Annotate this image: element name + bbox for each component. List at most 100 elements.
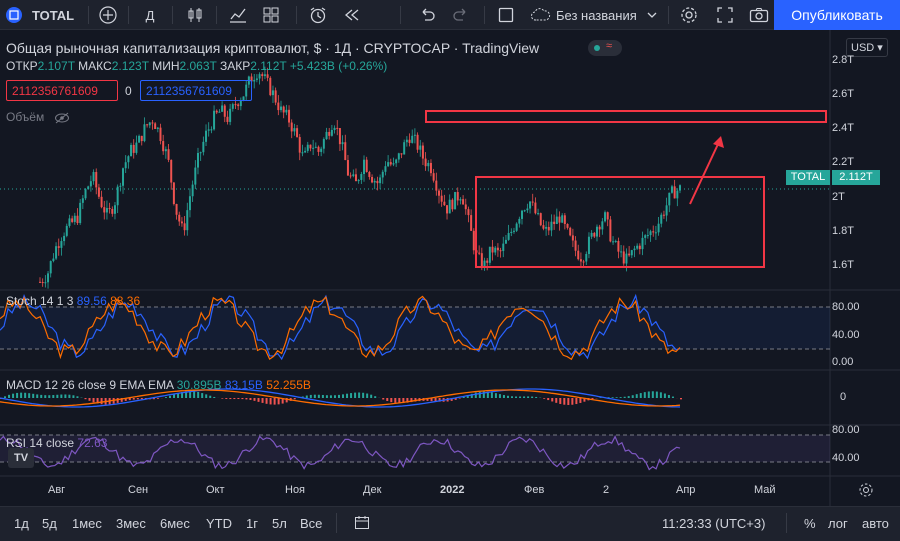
candle-body [448,199,451,214]
chevron-down-icon[interactable] [644,0,660,30]
screenshot-camera-icon[interactable] [746,0,772,30]
candle-body [151,122,154,124]
candle-body [534,202,537,214]
candle-body [569,227,572,236]
candle-body [317,146,320,152]
candle-body [657,223,660,233]
macd-histogram-bar [28,393,31,398]
clock-time[interactable]: 11:23:33 (UTC+3) [662,516,765,531]
interval-button[interactable]: Д [136,0,164,30]
macd-histogram-bar [273,398,276,405]
candles-style-icon[interactable] [182,0,208,30]
time-tick: 2 [603,484,610,496]
redo-icon[interactable] [448,0,474,30]
candle-body [545,226,548,229]
chart-settings-icon[interactable] [858,482,874,503]
candle-body [462,199,465,205]
macd-signal-value: 52.255B [266,378,311,392]
time-tick: Окт [206,484,225,496]
volume-text: Объём [6,110,45,124]
macd-histogram-bar [547,398,550,401]
cloud-icon[interactable] [530,0,552,30]
range-5y-button[interactable]: 5л [272,516,287,531]
chart-canvas[interactable] [0,30,900,506]
macd-histogram-bar [84,398,87,400]
indicators-icon[interactable] [224,0,252,30]
percent-toggle[interactable]: % [804,516,816,531]
macd-histogram-bar [253,398,256,401]
fullscreen-expand-icon[interactable] [712,0,738,30]
candle-body [376,180,379,184]
templates-grid-icon[interactable] [258,0,284,30]
market-status-badge[interactable]: ≈ [588,40,622,56]
range-1d-button[interactable]: 1д [14,516,29,531]
sell-price-button[interactable]: 2112356761609 [6,80,118,101]
macd-histogram-bar [563,398,566,405]
candle-body [397,153,400,160]
macd-histogram-bar [321,394,324,398]
macd-histogram-bar [394,398,397,403]
symbol-logo-icon [4,0,24,30]
fullscreen-icon[interactable] [494,0,518,30]
macd-histogram-bar [555,398,558,403]
candle-body [352,174,355,177]
stoch-k-value: 89.56 [76,294,107,308]
hidden-eye-icon[interactable] [54,110,70,124]
macd-histogram-bar [659,392,662,398]
macd-histogram-bar [635,394,638,398]
volume-label[interactable]: Объём [6,110,70,124]
macd-legend[interactable]: MACD 12 26 close 9 EMA EMA 30.895B 83.15… [6,378,311,392]
date-range-icon[interactable] [354,515,370,534]
candle-body [590,232,593,237]
publish-button[interactable]: Опубликовать [774,0,900,30]
range-1y-button[interactable]: 1г [246,516,258,531]
auto-toggle[interactable]: авто [862,516,889,531]
buy-price-button[interactable]: 2112356761609 [140,80,252,101]
candle-body [263,74,266,77]
candle-body [660,214,663,224]
candle-body [84,189,87,199]
range-all-button[interactable]: Все [300,516,322,531]
compare-add-icon[interactable] [96,0,120,30]
candle-body [601,221,604,230]
high-value: 2.123T [111,59,149,73]
range-ytd-button[interactable]: YTD [206,516,232,531]
range-6m-button[interactable]: 6мес [160,516,190,531]
candle-body [550,221,553,231]
layout-name-button[interactable]: Без названия [556,0,640,30]
range-1m-button[interactable]: 1мес [72,516,102,531]
macd-histogram-bar [60,394,63,398]
settings-gear-icon[interactable] [676,0,702,30]
macd-histogram-bar [515,396,518,398]
candle-body [122,168,125,186]
candle-body [673,186,676,199]
candle-body [336,127,339,129]
candle-body [579,259,582,262]
range-5d-button[interactable]: 5д [42,516,57,531]
macd-histogram-bar [225,398,228,399]
range-3m-button[interactable]: 3мес [116,516,146,531]
candle-body [427,162,430,167]
log-toggle[interactable]: лог [828,516,848,531]
candle-body [502,243,505,252]
candle-body [435,180,438,191]
candle-body [164,149,167,152]
alert-clock-icon[interactable] [304,0,332,30]
macd-histogram-bar [458,398,461,399]
candle-body [49,261,52,274]
candle-body [456,192,459,201]
candle-body [464,204,467,210]
candle-body [526,208,529,211]
macd-histogram-bar [498,394,501,398]
symbol-search-button[interactable]: TOTAL [28,0,78,30]
undo-icon[interactable] [414,0,440,30]
stoch-legend[interactable]: Stoch 14 1 3 89.56 88.36 [6,294,140,308]
candle-body [65,225,68,236]
candle-body [119,185,122,187]
candle-body [325,131,328,140]
macd-histogram-bar [72,395,75,398]
tradingview-logo-icon[interactable]: TV [8,448,34,468]
macd-histogram-bar [511,396,514,398]
replay-rewind-icon[interactable] [338,0,366,30]
candle-body [322,139,325,149]
